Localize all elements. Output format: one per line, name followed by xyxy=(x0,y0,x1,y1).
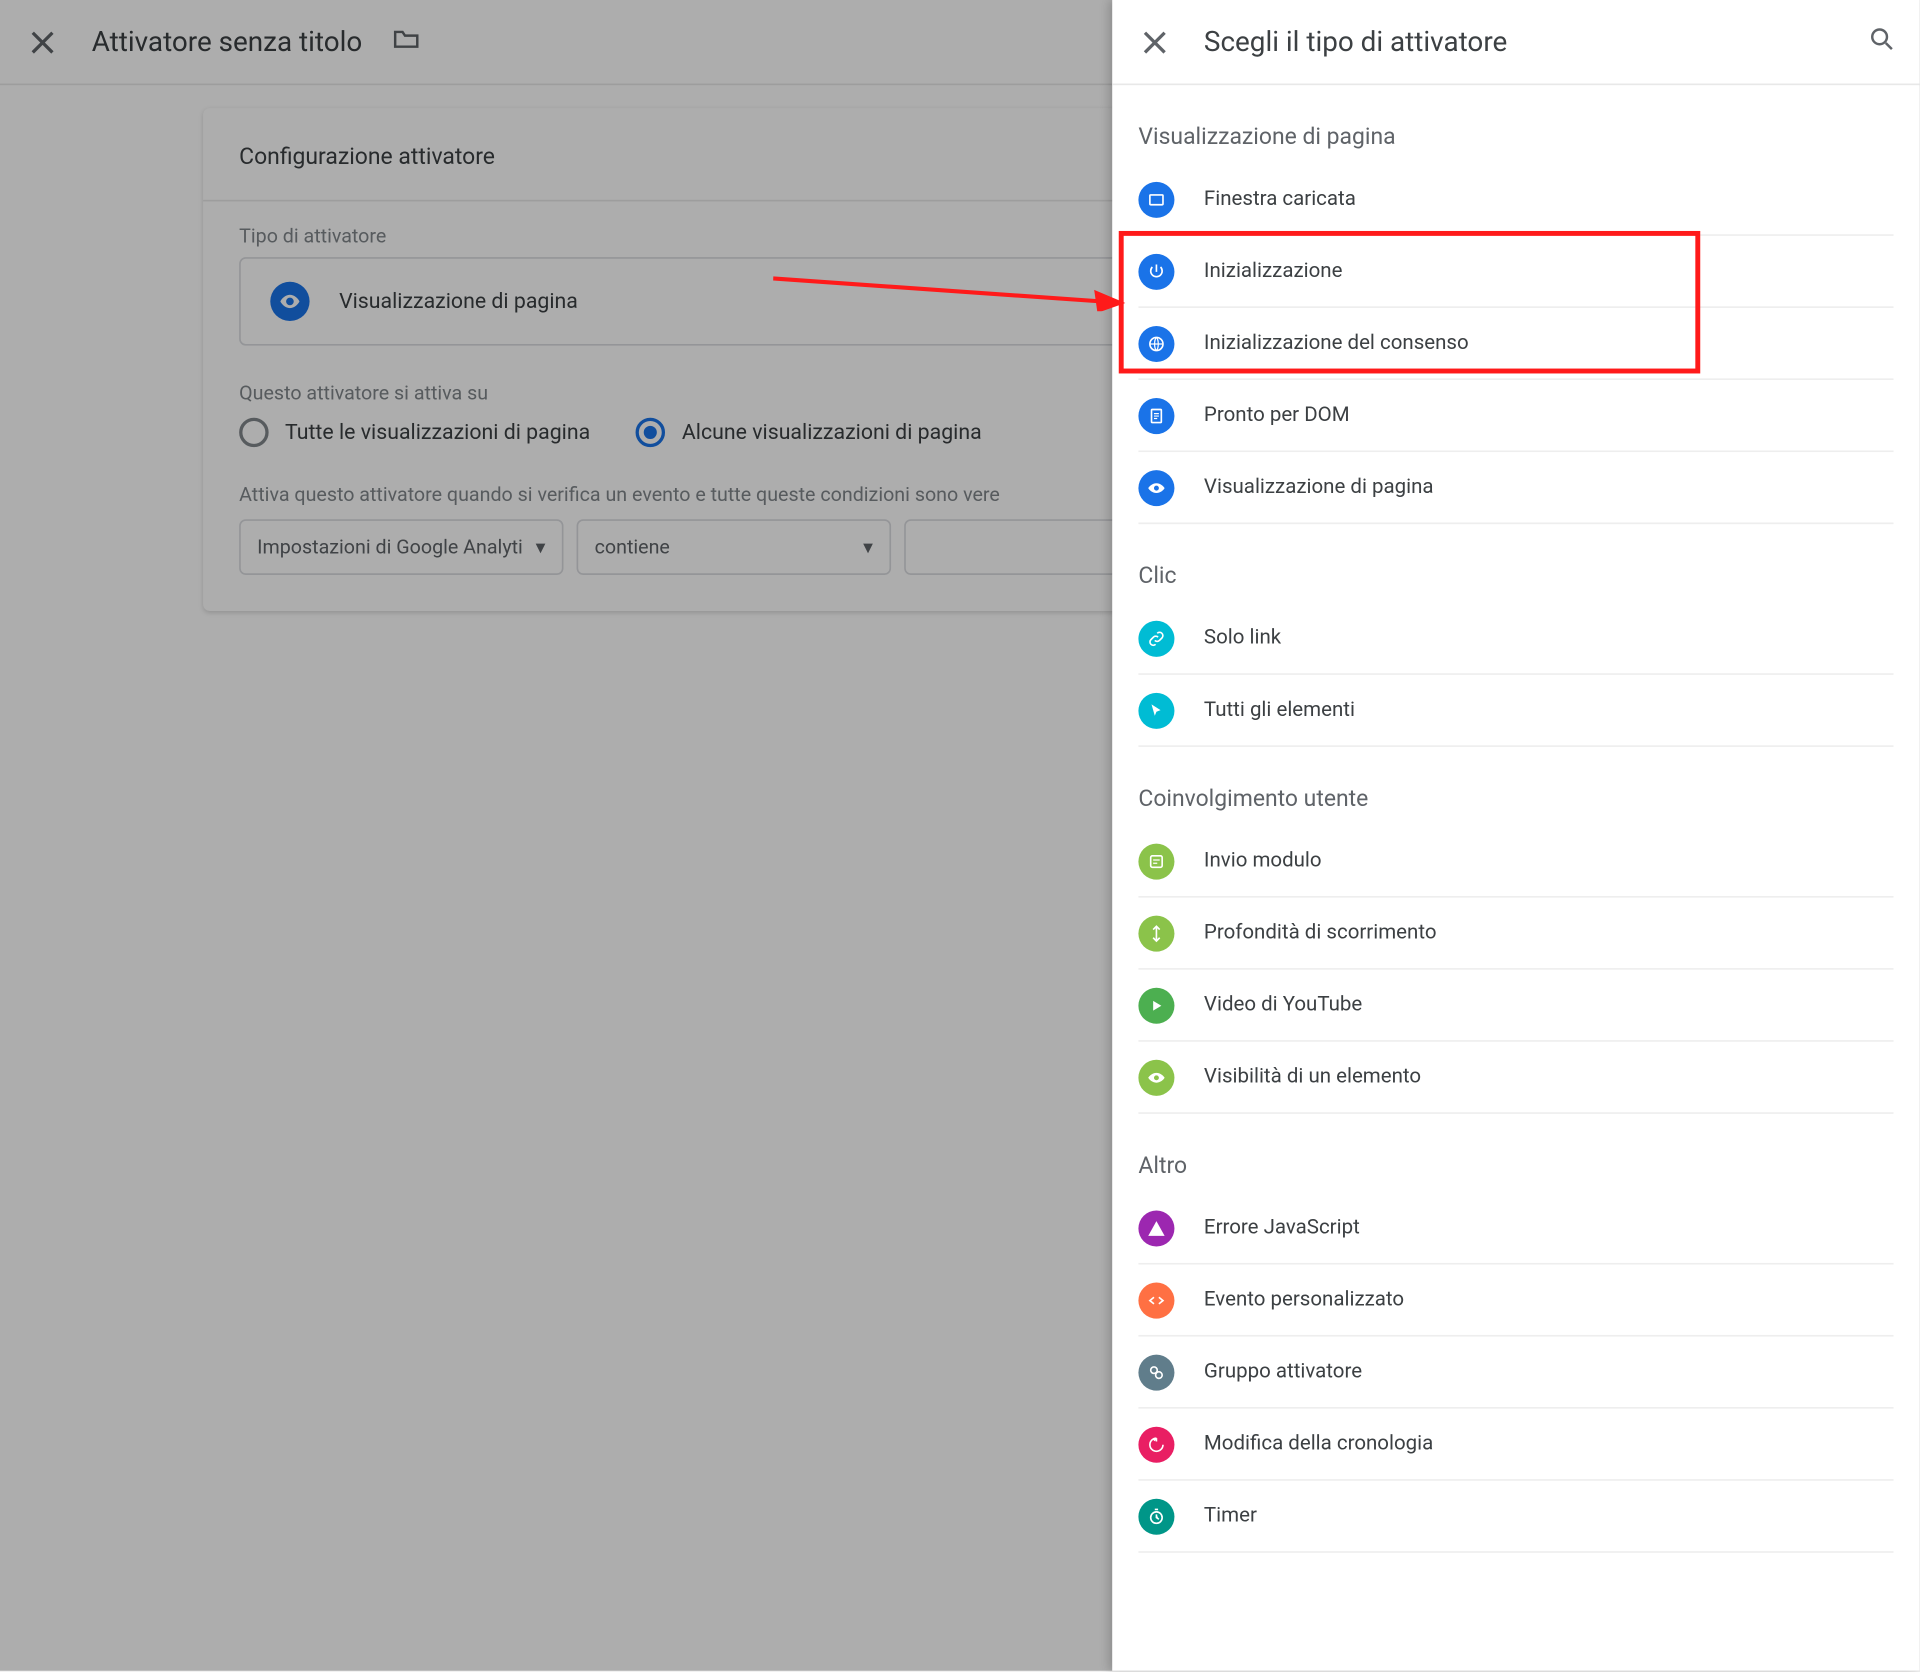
group-pageview: Visualizzazione di pagina xyxy=(1138,124,1893,150)
trigger-scroll-depth[interactable]: Profondità di scorrimento xyxy=(1138,898,1893,970)
panel-close-icon[interactable] xyxy=(1135,22,1174,61)
timer-icon xyxy=(1138,1498,1174,1534)
group-other: Altro xyxy=(1138,1153,1893,1179)
item-label: Inizializzazione xyxy=(1204,259,1343,284)
item-label: Finestra caricata xyxy=(1204,187,1356,212)
visibility-icon xyxy=(1138,1059,1174,1095)
trigger-form-submission[interactable]: Invio modulo xyxy=(1138,826,1893,898)
item-label: Visibilità di un elemento xyxy=(1204,1065,1421,1090)
panel-title: Scegli il tipo di attivatore xyxy=(1204,25,1838,58)
trigger-pageview[interactable]: Visualizzazione di pagina xyxy=(1138,452,1893,524)
cursor-icon xyxy=(1138,692,1174,728)
item-label: Visualizzazione di pagina xyxy=(1204,475,1434,500)
trigger-link-only[interactable]: Solo link xyxy=(1138,603,1893,675)
trigger-custom-event[interactable]: Evento personalizzato xyxy=(1138,1265,1893,1337)
history-icon xyxy=(1138,1426,1174,1462)
group-click: Clic xyxy=(1138,563,1893,589)
item-label: Pronto per DOM xyxy=(1204,403,1350,428)
trigger-window-loaded[interactable]: Finestra caricata xyxy=(1138,164,1893,236)
item-label: Tutti gli elementi xyxy=(1204,698,1355,723)
item-label: Solo link xyxy=(1204,626,1281,651)
trigger-element-visibility[interactable]: Visibilità di un elemento xyxy=(1138,1042,1893,1114)
trigger-all-elements[interactable]: Tutti gli elementi xyxy=(1138,675,1893,747)
trigger-group[interactable]: Gruppo attivatore xyxy=(1138,1337,1893,1409)
item-label: Evento personalizzato xyxy=(1204,1287,1404,1312)
trigger-consent-initialization[interactable]: Inizializzazione del consenso xyxy=(1138,308,1893,380)
power-icon xyxy=(1138,253,1174,289)
warning-icon xyxy=(1138,1210,1174,1246)
item-label: Inizializzazione del consenso xyxy=(1204,331,1469,356)
eye-icon xyxy=(1138,469,1174,505)
trigger-timer[interactable]: Timer xyxy=(1138,1481,1893,1553)
window-icon xyxy=(1138,181,1174,217)
item-label: Modifica della cronologia xyxy=(1204,1432,1433,1457)
item-label: Profondità di scorrimento xyxy=(1204,921,1437,946)
trigger-type-panel: Scegli il tipo di attivatore Visualizzaz… xyxy=(1112,0,1920,1671)
item-label: Video di YouTube xyxy=(1204,993,1362,1018)
trigger-history-change[interactable]: Modifica della cronologia xyxy=(1138,1409,1893,1481)
group-icon xyxy=(1138,1354,1174,1390)
item-label: Timer xyxy=(1204,1504,1257,1529)
code-icon xyxy=(1138,1282,1174,1318)
item-label: Errore JavaScript xyxy=(1204,1215,1360,1240)
group-engagement: Coinvolgimento utente xyxy=(1138,786,1893,812)
item-label: Gruppo attivatore xyxy=(1204,1360,1362,1385)
trigger-dom-ready[interactable]: Pronto per DOM xyxy=(1138,380,1893,452)
trigger-initialization[interactable]: Inizializzazione xyxy=(1138,236,1893,308)
link-icon xyxy=(1138,620,1174,656)
play-icon xyxy=(1138,987,1174,1023)
globe-icon xyxy=(1138,325,1174,361)
form-icon xyxy=(1138,843,1174,879)
scroll-icon xyxy=(1138,915,1174,951)
search-icon[interactable] xyxy=(1867,24,1896,60)
trigger-js-error[interactable]: Errore JavaScript xyxy=(1138,1192,1893,1264)
item-label: Invio modulo xyxy=(1204,848,1322,873)
trigger-youtube-video[interactable]: Video di YouTube xyxy=(1138,970,1893,1042)
document-icon xyxy=(1138,397,1174,433)
